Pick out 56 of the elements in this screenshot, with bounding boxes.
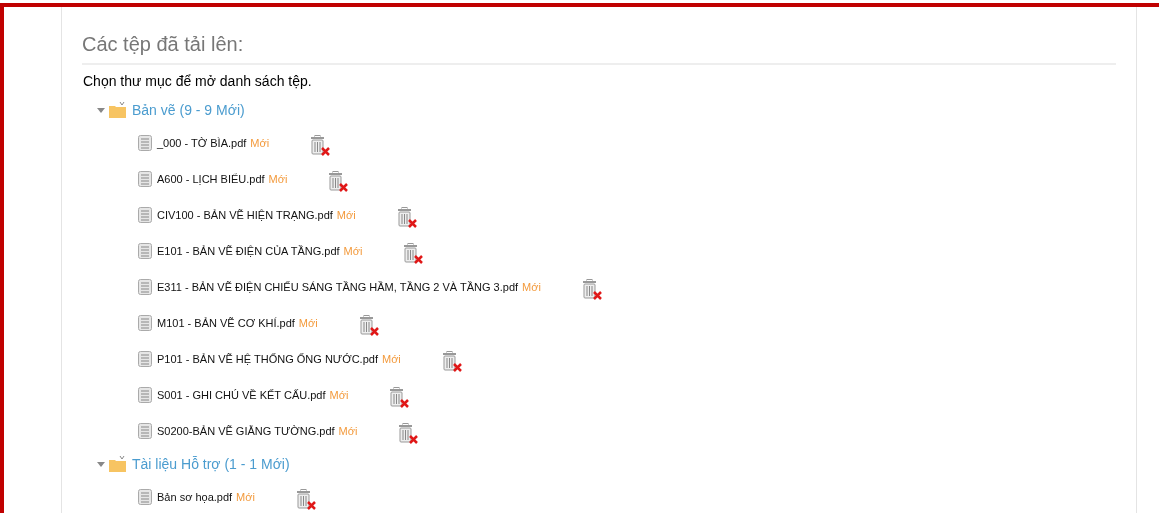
delete-icon [357, 315, 380, 337]
delete-icon [294, 489, 317, 511]
file-link[interactable]: A600 - LỊCH BIỂU.pdf [157, 173, 265, 185]
document-icon [138, 387, 152, 403]
document-icon [138, 423, 152, 439]
document-icon [138, 279, 152, 295]
file-link[interactable]: S001 - GHI CHÚ VỀ KẾT CẤU.pdf [157, 389, 326, 401]
document-icon [138, 351, 152, 367]
folder-icon [109, 102, 126, 118]
document-icon [138, 135, 152, 151]
delete-button[interactable] [580, 279, 603, 301]
delete-button[interactable] [357, 315, 380, 337]
new-label: Mới [381, 353, 401, 365]
delete-icon [397, 423, 420, 445]
new-label: Mới [336, 209, 356, 221]
delete-button[interactable] [327, 171, 350, 193]
document-icon [138, 489, 152, 505]
new-label: Mới [522, 281, 541, 293]
document-icon [138, 207, 152, 223]
file-link[interactable]: S0200-BẢN VẼ GIẰNG TƯỜNG.pdf [157, 425, 335, 437]
file-link[interactable]: E101 - BẢN VẼ ĐIỆN CỦA TẦNG.pdf [157, 245, 340, 257]
delete-icon [388, 387, 411, 409]
delete-button[interactable] [402, 243, 425, 265]
delete-icon [327, 171, 350, 193]
document-icon [138, 315, 152, 331]
delete-button[interactable] [440, 351, 463, 373]
new-label: Mới [268, 173, 288, 185]
new-label: Mới [338, 425, 358, 437]
file-link[interactable]: _000 - TỜ BÌA.pdf [157, 137, 247, 149]
file-link[interactable]: E311 - BẢN VẼ ĐIỆN CHIẾU SÁNG TẦNG HẦM, TẦNG 2 VÀ TẦNG 3.pdf [157, 281, 519, 293]
document-icon [138, 171, 152, 187]
folder-icon [109, 456, 126, 472]
caret-icon[interactable] [97, 106, 105, 114]
file-link[interactable]: CIV100 - BẢN VẼ HIỆN TRẠNG.pdf [157, 209, 333, 221]
delete-icon [440, 351, 463, 373]
new-label: Mới [250, 137, 270, 149]
delete-icon [580, 279, 603, 301]
section-title: Các tệp đã tải lên: [82, 33, 1116, 65]
delete-icon [402, 243, 425, 265]
delete-icon [395, 207, 418, 229]
new-label: Mới [236, 491, 255, 503]
file-link[interactable]: Bản sơ họa.pdf [157, 491, 233, 503]
file-link[interactable]: M101 - BẢN VẼ CƠ KHÍ.pdf [157, 317, 295, 329]
document-icon [138, 243, 152, 259]
instruction-text: Chọn thư mục để mở danh sách tệp. [83, 73, 313, 89]
delete-button[interactable] [309, 135, 332, 157]
delete-button[interactable] [395, 207, 418, 229]
delete-button[interactable] [388, 387, 411, 409]
new-label: Mới [343, 245, 363, 257]
new-label: Mới [298, 317, 318, 329]
delete-button[interactable] [294, 489, 317, 511]
file-link[interactable]: P101 - BẢN VẼ HỆ THỐNG ỐNG NƯỚC.pdf [157, 353, 378, 365]
caret-icon[interactable] [97, 460, 105, 468]
new-label: Mới [329, 389, 349, 401]
delete-button[interactable] [397, 423, 420, 445]
delete-icon [309, 135, 332, 157]
